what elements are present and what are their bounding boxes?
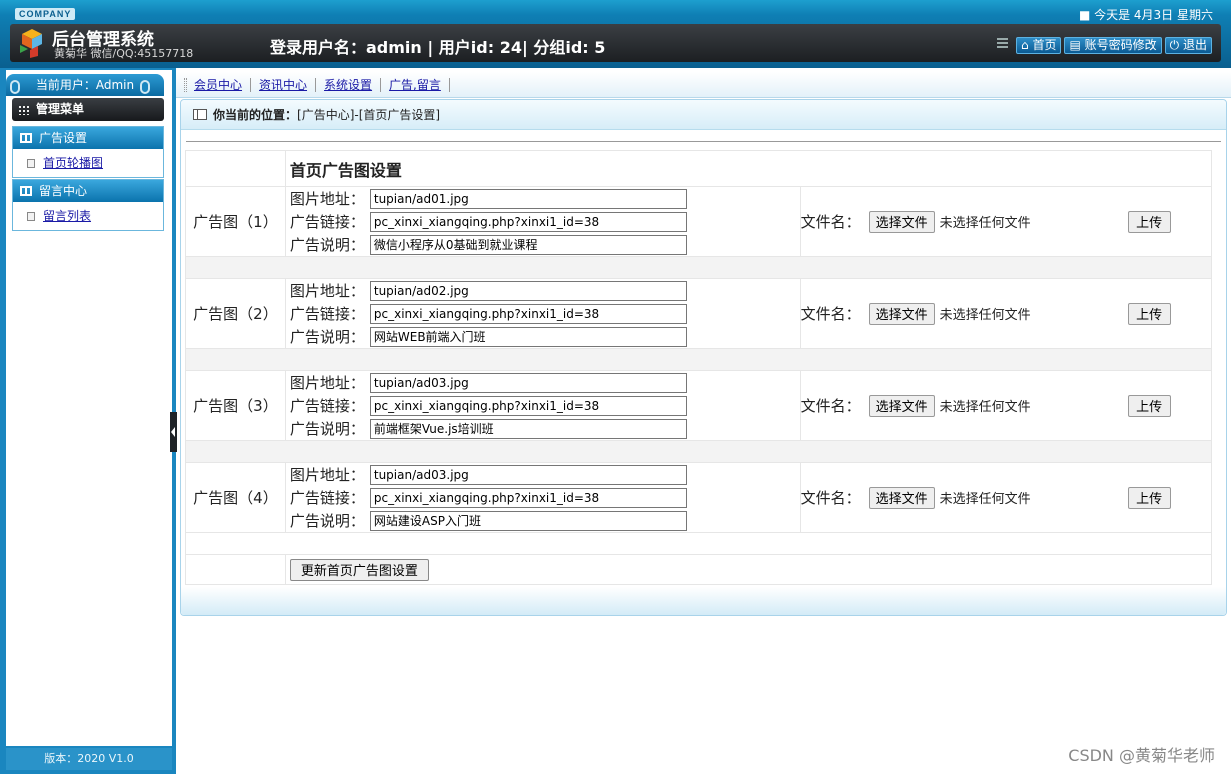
ad-link-input[interactable] (369, 211, 687, 232)
group-title[interactable]: 广告设置 (13, 127, 163, 149)
no-file-text: 未选择任何文件 (939, 492, 1031, 507)
sidebar: 当前用户：Admin 管理菜单 广告设置 首页轮播图 留言中心 留言列表 版本：… (0, 68, 176, 774)
no-file-text: 未选择任何文件 (939, 216, 1031, 231)
document-icon (27, 159, 35, 168)
no-file-text: 未选择任何文件 (939, 308, 1031, 323)
nav-bar: 会员中心 资讯中心 系统设置 广告,留言 (176, 72, 1231, 98)
image-path-input[interactable] (369, 188, 687, 209)
sidebar-item-message-list[interactable]: 留言列表 (13, 202, 163, 230)
upload-button[interactable]: 上传 (1127, 486, 1171, 509)
upload-button[interactable]: 上传 (1127, 302, 1171, 325)
ad-row: 广告图（1） 图片地址： 广告链接： 广告说明： 文件名： 选择文件 未选择任何… (185, 186, 1213, 257)
book-icon (20, 186, 32, 196)
upload-button[interactable]: 上传 (1127, 210, 1171, 233)
form-title: 首页广告图设置 (284, 150, 1213, 187)
image-path-input[interactable] (369, 372, 687, 393)
nav-item-news[interactable]: 资讯中心 (251, 78, 317, 92)
sidebar-item-label[interactable]: 留言列表 (43, 209, 91, 223)
choose-file-button[interactable]: 选择文件 (868, 210, 935, 233)
ring-icon (10, 80, 20, 94)
cube-logo-icon (20, 29, 42, 58)
ad-row: 广告图（3） 图片地址： 广告链接： 广告说明： 文件名： 选择文件 未选择任何… (185, 370, 1213, 441)
ad-row: 广告图（2） 图片地址： 广告链接： 广告说明： 文件名： 选择文件 未选择任何… (185, 278, 1213, 349)
home-button[interactable]: ⌂ 首页 (1016, 37, 1062, 54)
book-icon (20, 133, 32, 143)
ad-label: 广告图（3） (185, 370, 286, 441)
ad-label: 广告图（4） (185, 462, 286, 533)
ad-row: 广告图（4） 图片地址： 广告链接： 广告说明： 文件名： 选择文件 未选择任何… (185, 462, 1213, 533)
system-author: 黄菊华 微信/QQ:45157718 (54, 47, 194, 60)
date-display: ■ 今天是 4月3日 星期六 (1078, 8, 1213, 22)
top-header: COMPANY ■ 今天是 4月3日 星期六 后台管理系统 黄菊华 微信/QQ:… (0, 0, 1231, 68)
sidebar-group-ad-settings: 广告设置 首页轮播图 (12, 126, 164, 178)
ad-settings-table: 首页广告图设置 广告图（1） 图片地址： 广告链接： 广告说明： 文件名： 选择… (185, 150, 1213, 585)
group-title[interactable]: 留言中心 (13, 180, 163, 202)
update-ads-button[interactable]: 更新首页广告图设置 (289, 558, 429, 581)
nav-item-ads-messages[interactable]: 广告,留言 (381, 78, 450, 92)
divider (186, 141, 1221, 142)
collapse-sidebar-handle[interactable] (170, 412, 177, 452)
ad-desc-input[interactable] (369, 326, 687, 347)
panel-footer (181, 587, 1226, 615)
ring-icon (140, 80, 150, 94)
ad-label: 广告图（1） (185, 186, 286, 257)
login-info: 登录用户名：admin | 用户id: 24| 分组id: 5 (270, 38, 606, 57)
ad-link-input[interactable] (369, 487, 687, 508)
document-icon (27, 212, 35, 221)
breadcrumb: 你当前的位置：[广告中心]-[首页广告设置] (181, 100, 1226, 130)
account-password-button[interactable]: ▤ 账号密码修改 (1064, 37, 1162, 54)
nav-item-system[interactable]: 系统设置 (316, 78, 382, 92)
window-icon (193, 109, 207, 120)
ad-link-input[interactable] (369, 303, 687, 324)
sidebar-item-label[interactable]: 首页轮播图 (43, 156, 103, 170)
ad-label: 广告图（2） (185, 278, 286, 349)
menu-title: 管理菜单 (12, 98, 164, 121)
upload-button[interactable]: 上传 (1127, 394, 1171, 417)
ad-desc-input[interactable] (369, 234, 687, 255)
sidebar-item-carousel[interactable]: 首页轮播图 (13, 149, 163, 177)
nav-item-members[interactable]: 会员中心 (186, 78, 252, 92)
image-path-input[interactable] (369, 280, 687, 301)
ad-desc-input[interactable] (369, 510, 687, 531)
watermark: CSDN @黄菊华老师 (1068, 746, 1215, 765)
grid-icon (18, 105, 30, 115)
image-path-input[interactable] (369, 464, 687, 485)
ad-link-input[interactable] (369, 395, 687, 416)
title-bar: 后台管理系统 黄菊华 微信/QQ:45157718 登录用户名：admin | … (10, 24, 1221, 62)
ad-desc-input[interactable] (369, 418, 687, 439)
choose-file-button[interactable]: 选择文件 (868, 394, 935, 417)
company-logo: COMPANY (15, 8, 76, 20)
version-label: 版本：2020 V1.0 (6, 748, 172, 770)
choose-file-button[interactable]: 选择文件 (868, 486, 935, 509)
sidebar-group-messages: 留言中心 留言列表 (12, 179, 164, 231)
choose-file-button[interactable]: 选择文件 (868, 302, 935, 325)
no-file-text: 未选择任何文件 (939, 400, 1031, 415)
top-buttons: ⌂ 首页 ▤ 账号密码修改 ⏻ 退出 (1016, 37, 1212, 54)
menu-list-icon (997, 38, 1008, 48)
logout-button[interactable]: ⏻ 退出 (1164, 37, 1212, 54)
